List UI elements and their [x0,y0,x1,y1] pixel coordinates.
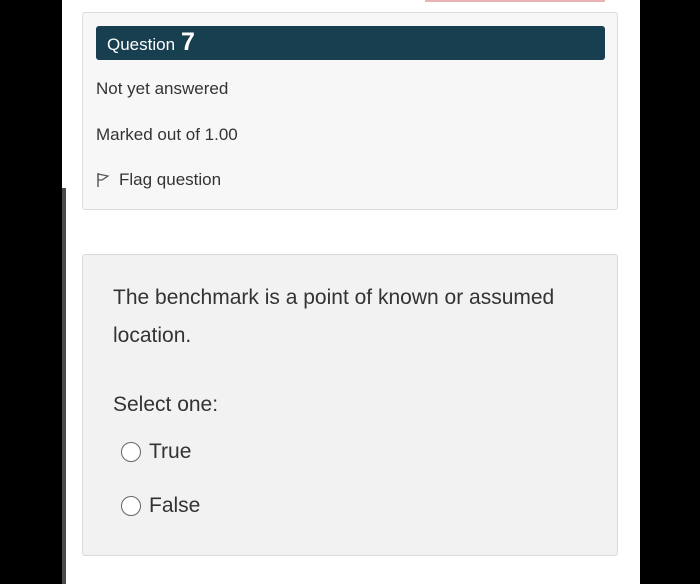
flag-question-link[interactable]: Flag question [96,170,221,190]
radio-unchecked-icon[interactable] [121,442,141,462]
option-false[interactable]: False [121,494,200,518]
question-number: 7 [181,28,195,56]
select-prompt: Select one: [113,393,219,416]
option-true-label: True [149,440,192,463]
option-false-label: False [149,494,201,517]
question-state: Not yet answered [96,79,229,98]
flag-icon [96,172,110,188]
question-text: The benchmark is a point of known or ass… [113,286,555,347]
flag-question-label: Flag question [119,170,222,189]
question-label: Question [107,35,176,54]
question-header: Question 7 [96,26,605,60]
top-accent-line [425,0,605,2]
left-divider [62,188,66,584]
question-grade: Marked out of 1.00 [96,125,238,144]
radio-unchecked-icon[interactable] [121,496,141,516]
question-info-panel: Question 7 Not yet answered Marked out o… [82,12,618,210]
option-true[interactable]: True [121,440,191,464]
question-content-panel: The benchmark is a point of known or ass… [82,254,618,556]
